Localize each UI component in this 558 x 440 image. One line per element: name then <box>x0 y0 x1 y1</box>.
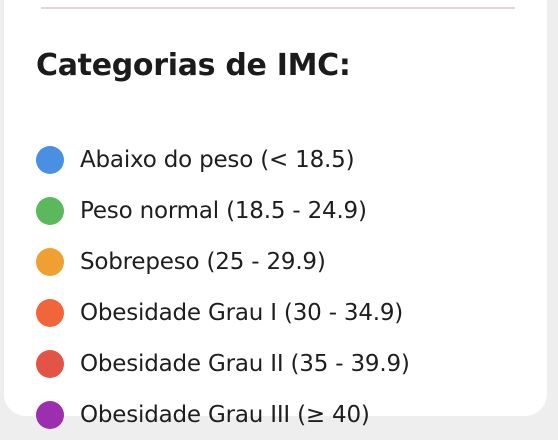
category-item-underweight: Abaixo do peso (< 18.5) <box>36 134 410 185</box>
section-title: Categorias de IMC: <box>36 48 351 83</box>
category-item-overweight: Sobrepeso (25 - 29.9) <box>36 236 410 287</box>
red-dot-icon <box>36 349 64 378</box>
category-label: Sobrepeso (25 - 29.9) <box>80 248 326 275</box>
category-label: Abaixo do peso (< 18.5) <box>80 146 355 173</box>
divider <box>41 7 515 9</box>
red-orange-dot-icon <box>36 298 64 327</box>
category-label: Obesidade Grau II (35 - 39.9) <box>80 350 410 377</box>
purple-dot-icon <box>36 400 64 429</box>
category-item-obesity-3: Obesidade Grau III (≥ 40) <box>36 389 410 440</box>
category-label: Peso normal (18.5 - 24.9) <box>80 197 367 224</box>
category-item-obesity-1: Obesidade Grau I (30 - 34.9) <box>36 287 410 338</box>
category-item-normal: Peso normal (18.5 - 24.9) <box>36 185 410 236</box>
green-dot-icon <box>36 196 64 225</box>
category-label: Obesidade Grau I (30 - 34.9) <box>80 299 404 326</box>
blue-dot-icon <box>36 145 64 174</box>
orange-dot-icon <box>36 247 64 276</box>
category-item-obesity-2: Obesidade Grau II (35 - 39.9) <box>36 338 410 389</box>
bmi-category-list: Abaixo do peso (< 18.5) Peso normal (18.… <box>36 134 410 440</box>
